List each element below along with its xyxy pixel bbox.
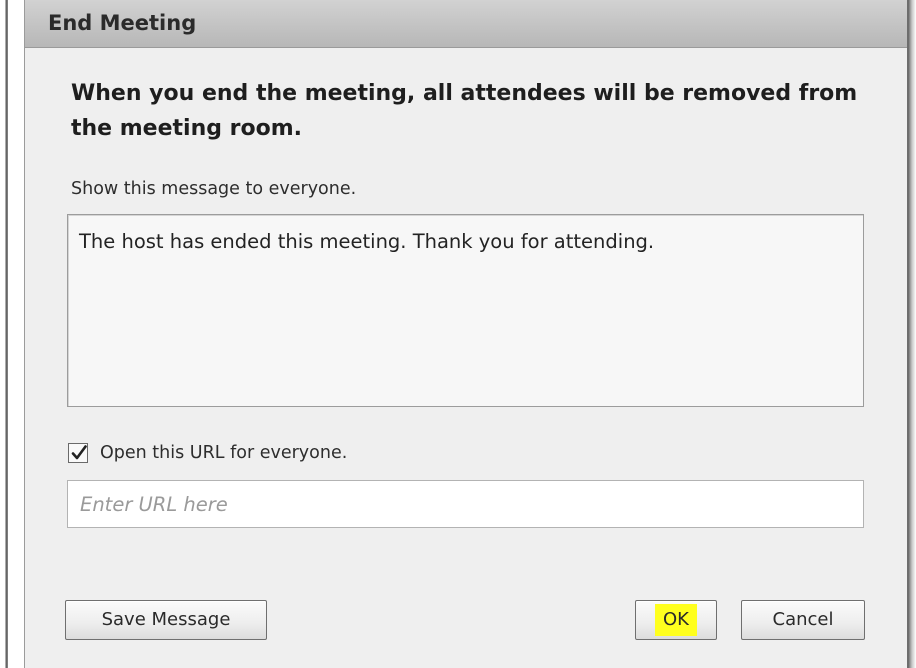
background-window-edge-right [909, 0, 916, 668]
save-message-button[interactable]: Save Message [65, 600, 267, 640]
checkmark-icon [71, 445, 87, 460]
open-url-checkbox[interactable] [68, 443, 88, 463]
dialog-title: End Meeting [48, 11, 197, 35]
end-meeting-dialog: End Meeting When you end the meeting, al… [24, 0, 909, 668]
cancel-label: Cancel [772, 609, 834, 630]
warning-text: When you end the meeting, all attendees … [71, 81, 858, 141]
open-url-label[interactable]: Open this URL for everyone. [100, 443, 347, 463]
url-input[interactable] [67, 480, 864, 528]
message-label: Show this message to everyone. [71, 179, 357, 199]
background-window-edge-left [0, 0, 8, 668]
message-textarea[interactable]: The host has ended this meeting. Thank y… [67, 214, 864, 407]
dialog-titlebar[interactable]: End Meeting [25, 0, 907, 48]
cancel-button[interactable]: Cancel [741, 600, 865, 640]
ok-label: OK [655, 604, 697, 636]
save-message-label: Save Message [101, 609, 231, 630]
ok-button[interactable]: OK [635, 600, 717, 640]
